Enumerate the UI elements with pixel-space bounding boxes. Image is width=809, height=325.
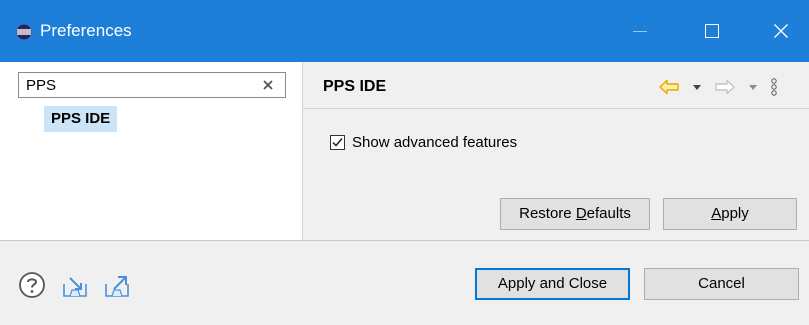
apply-and-close-button[interactable]: Apply and Close — [475, 268, 630, 300]
checkbox-box[interactable] — [330, 135, 345, 150]
restore-label-post: efaults — [586, 205, 631, 222]
filter-box — [18, 72, 286, 98]
footer-separator — [0, 240, 809, 241]
header-separator — [303, 108, 809, 109]
help-icon[interactable] — [18, 271, 46, 299]
preferences-dialog: Preferences PPS IDE PPS IDE — [0, 0, 809, 325]
filter-input[interactable] — [19, 73, 254, 97]
page-title: PPS IDE — [323, 78, 387, 95]
maximize-icon — [705, 24, 719, 38]
dropdown-arrow-icon[interactable] — [691, 76, 703, 98]
checkmark-icon — [332, 138, 343, 147]
export-icon[interactable] — [103, 271, 131, 299]
minimize-button[interactable] — [616, 12, 664, 50]
restore-defaults-button[interactable]: Restore Defaults — [500, 198, 650, 230]
back-arrow-icon[interactable] — [658, 76, 680, 98]
apply-label-post: pply — [721, 205, 749, 222]
apply-label-mnemonic: A — [711, 205, 722, 222]
restore-label-pre: Restore — [519, 205, 576, 222]
maximize-button[interactable] — [688, 12, 736, 50]
tree-item-pps-ide[interactable]: PPS IDE — [44, 106, 118, 132]
title-bar[interactable]: Preferences — [0, 0, 809, 62]
preference-page: PPS IDE Show advanced features Restore D… — [303, 62, 809, 240]
dropdown-arrow-icon — [749, 85, 757, 90]
minimize-icon — [633, 31, 647, 32]
window-title: Preferences — [40, 21, 132, 40]
preference-tree-pane: PPS IDE — [0, 62, 303, 240]
view-menu-icon[interactable] — [769, 76, 779, 98]
forward-arrow-icon — [715, 79, 735, 95]
close-icon — [774, 24, 788, 38]
apply-button[interactable]: Apply — [663, 198, 797, 230]
restore-label-mnemonic: D — [575, 205, 587, 222]
clear-icon[interactable] — [260, 77, 276, 93]
checkbox-label: Show advanced features — [352, 134, 518, 151]
close-button[interactable] — [757, 12, 805, 50]
eclipse-icon — [16, 24, 32, 40]
import-icon[interactable] — [61, 271, 89, 299]
cancel-button[interactable]: Cancel — [644, 268, 799, 300]
